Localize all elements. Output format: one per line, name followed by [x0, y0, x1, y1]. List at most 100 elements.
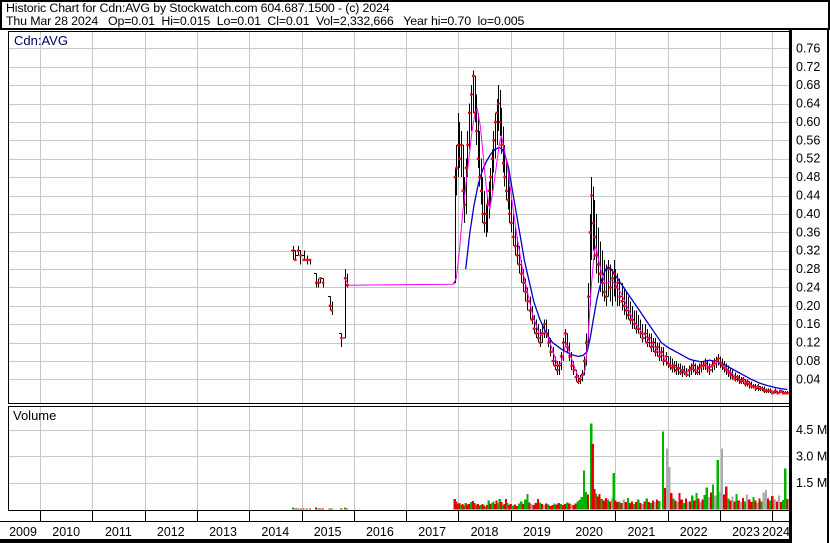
volume-bar: [645, 498, 648, 510]
price-axis-label: 0.60: [796, 115, 820, 129]
volume-bar: [292, 507, 295, 510]
close-dot: [693, 369, 697, 372]
close-dot: [750, 385, 753, 388]
volume-bar: [536, 498, 539, 510]
volume-bar: [641, 503, 644, 510]
volume-bar: [649, 503, 652, 510]
close-dot: [458, 157, 461, 160]
price-axis-label: 0.12: [796, 336, 820, 350]
close-dot: [691, 364, 695, 367]
close-dot: [643, 332, 646, 335]
close-dot: [292, 249, 295, 252]
close-dot: [652, 341, 655, 344]
close-dot: [460, 143, 463, 147]
close-dot: [741, 378, 745, 381]
close-dot: [555, 369, 559, 372]
year-label: 2012: [157, 525, 185, 539]
close-dot: [746, 380, 749, 383]
volume-bar: [511, 505, 514, 510]
close-dot: [723, 366, 726, 370]
volume-bar: [766, 498, 770, 510]
close-dot: [302, 258, 305, 262]
volume-bar: [547, 504, 550, 510]
volume-bar: [733, 501, 736, 510]
close-dot: [566, 346, 569, 349]
close-dot: [463, 203, 466, 206]
volume-bar: [551, 504, 554, 510]
close-dot: [771, 392, 774, 395]
close-dot: [484, 212, 487, 216]
volume-bar: [526, 493, 529, 510]
volume-bar: [676, 502, 679, 510]
close-dot: [614, 286, 617, 289]
volume-bar: [639, 503, 642, 510]
volume-bar: [691, 495, 694, 510]
volume-bar: [555, 504, 558, 510]
volume-bar: [754, 500, 757, 510]
close-dot: [590, 194, 593, 197]
volume-bar: [731, 496, 734, 510]
volume-bar: [743, 501, 747, 510]
close-dot: [716, 357, 720, 360]
close-dot: [598, 272, 601, 275]
close-dot: [645, 341, 649, 344]
volume-bar: [709, 492, 713, 510]
plot-right-border: [789, 30, 792, 543]
close-dot: [779, 389, 782, 393]
close-dot: [702, 364, 705, 367]
volume-bar: [604, 497, 607, 510]
close-dot: [476, 157, 480, 160]
close-dot: [470, 93, 473, 96]
close-dot: [494, 120, 497, 124]
close-dot: [305, 258, 309, 262]
volume-bar: [633, 503, 636, 510]
volume-bar: [564, 503, 567, 510]
price-axis-label: 0.68: [796, 78, 820, 92]
year-label: 2018: [471, 525, 499, 539]
close-dot: [639, 332, 642, 335]
volume-bar: [541, 504, 544, 510]
price-axis-label: 0.08: [796, 354, 820, 368]
close-dot: [660, 350, 663, 353]
close-dot: [602, 290, 606, 294]
close-dot: [498, 120, 502, 124]
close-dot: [767, 389, 770, 393]
volume-bar: [686, 501, 690, 510]
volume-bar: [328, 508, 331, 510]
close-dot: [588, 231, 592, 234]
close-dot: [308, 258, 312, 262]
close-dot: [467, 111, 471, 114]
volume-bar: [735, 493, 738, 510]
volume-bar: [315, 507, 318, 510]
close-dot: [541, 332, 544, 335]
volume-bar: [345, 508, 349, 510]
close-dot: [582, 359, 586, 363]
close-dot: [495, 111, 498, 114]
close-dot: [656, 346, 659, 349]
close-dot: [591, 221, 595, 225]
volume-bar: [782, 499, 785, 510]
close-dot: [481, 212, 484, 216]
volume-bar: [559, 504, 562, 510]
volume-bar: [618, 501, 621, 510]
volume-bar: [643, 501, 646, 510]
volume-axis-label: 3.0 M: [796, 449, 827, 463]
close-dot: [576, 380, 579, 383]
close-dot: [758, 387, 761, 390]
close-dot: [631, 318, 634, 321]
volume-bar: [780, 502, 783, 510]
volume-bar: [582, 470, 585, 510]
close-dot: [628, 318, 632, 321]
close-dot: [616, 281, 619, 285]
price-axis-label: 0.48: [796, 170, 820, 184]
volume-panel-label: Volume: [13, 408, 56, 423]
close-dot: [710, 364, 713, 367]
chart-canvas: 0.76 0.72 0.68 0.64 0.60 0.56 0.52 0.48 0.44 0.40…: [0, 30, 830, 543]
close-dot: [549, 350, 552, 353]
volume-bar: [574, 503, 577, 510]
close-dot: [714, 359, 718, 363]
volume-bar: [545, 503, 548, 510]
volume-bar: [680, 499, 683, 510]
volume-bar: [764, 490, 767, 510]
close-dot: [633, 323, 636, 326]
